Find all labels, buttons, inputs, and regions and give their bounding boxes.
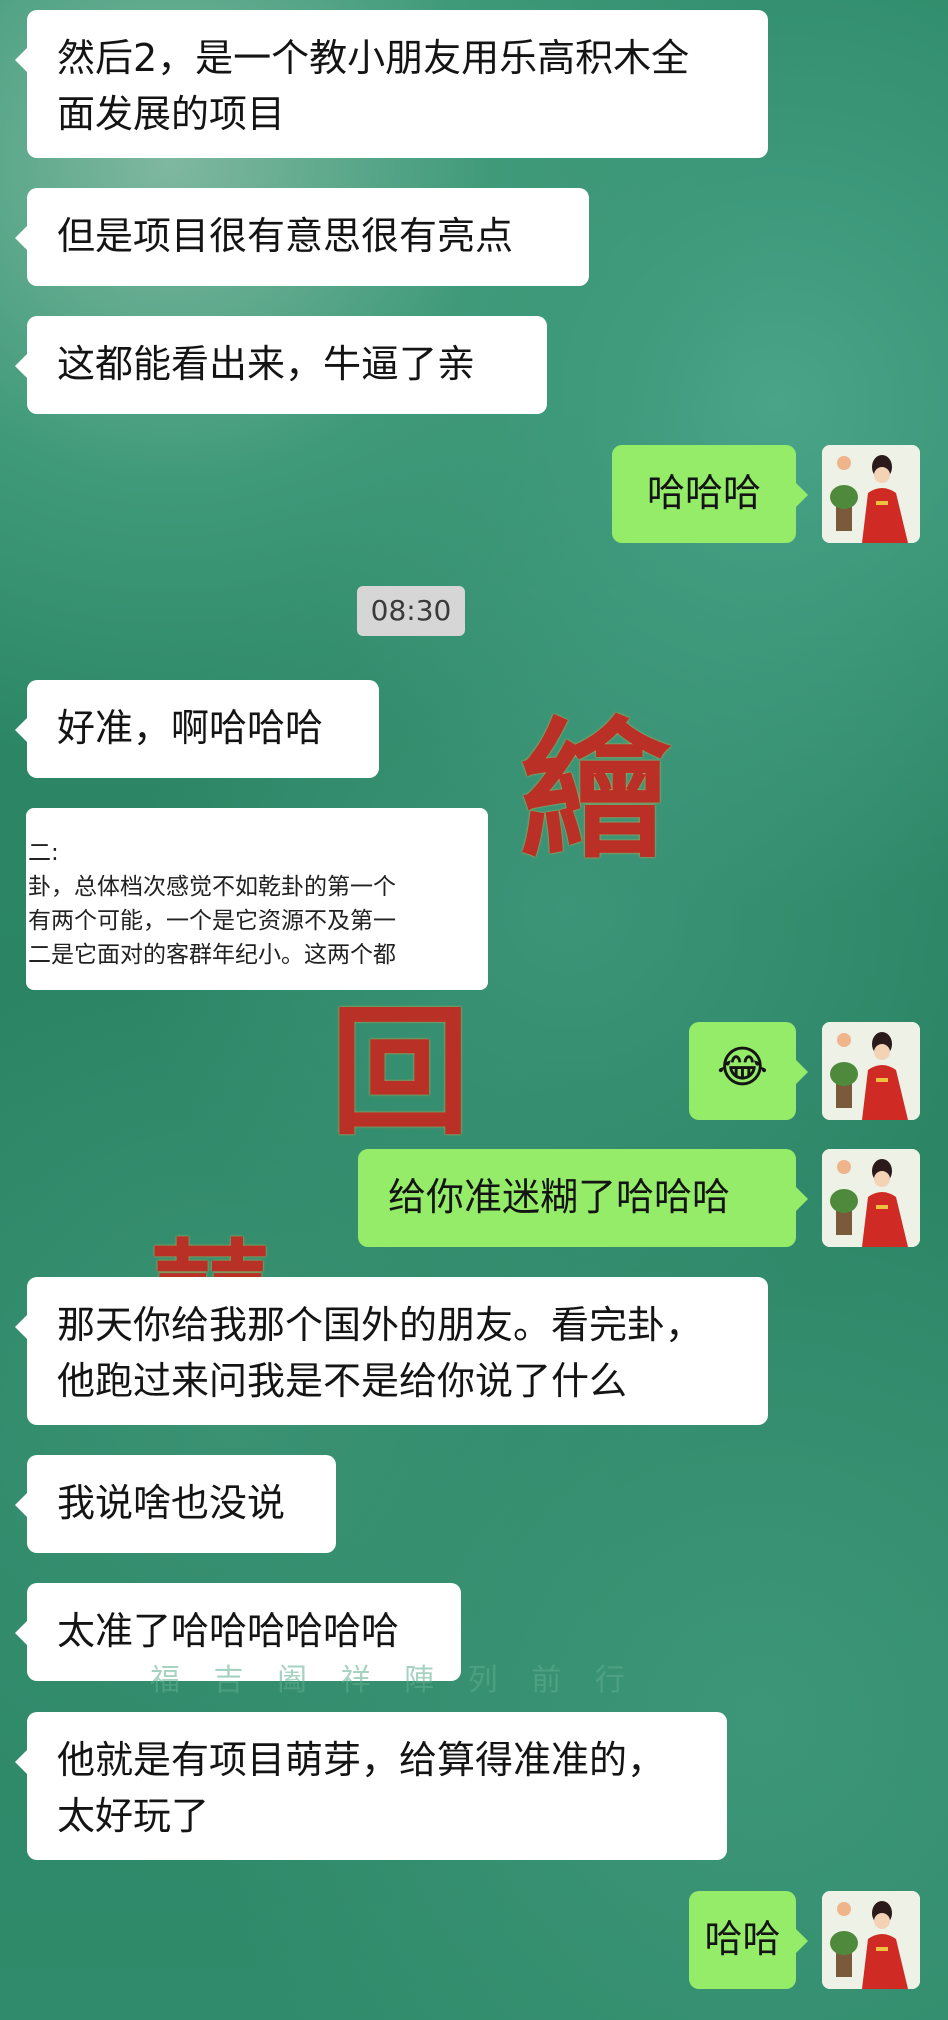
chat-area: 然后2，是一个教小朋友用乐高积木全 面发展的项目 但是项目很有意思很有亮点 这都…: [0, 0, 948, 2020]
avatar-image: [822, 1149, 920, 1247]
message-bubble[interactable]: 那天你给我那个国外的朋友。看完卦， 他跑过来问我是不是给你说了什么: [15, 1277, 768, 1425]
message-outgoing: 给你准迷糊了哈哈哈: [358, 1149, 808, 1247]
message-text: 太好玩了: [57, 1794, 210, 1838]
image-text-line: 有两个可能，一个是它资源不及第一: [28, 908, 396, 934]
message-outgoing: 哈哈哈: [612, 445, 808, 543]
image-text-line: 卦，总体档次感觉不如乾卦的第一个: [28, 874, 396, 900]
message-bubble[interactable]: 他就是有项目萌芽，给算得准准的， 太好玩了: [15, 1712, 727, 1860]
avatar[interactable]: [822, 1022, 920, 1120]
message-incoming: 我说啥也没说: [15, 1455, 336, 1553]
message-text: 那天你给我那个国外的朋友。看完卦，: [57, 1303, 704, 1347]
message-text: 哈哈: [704, 1917, 781, 1961]
image-text-line: 二:: [28, 840, 59, 866]
message-bubble[interactable]: 然后2，是一个教小朋友用乐高积木全 面发展的项目: [15, 10, 768, 158]
message-text: 哈哈哈: [646, 471, 761, 515]
avatar-image: [822, 1891, 920, 1989]
message-text: 太准了哈哈哈哈哈哈: [57, 1609, 400, 1653]
avatar-image: [822, 445, 920, 543]
message-text: 好准，啊哈哈哈: [57, 706, 324, 750]
message-text: 这都能看出来，牛逼了亲: [57, 342, 476, 386]
message-text: 我说啥也没说: [57, 1481, 286, 1525]
message-bubble[interactable]: 哈哈哈: [612, 445, 808, 543]
message-bubble[interactable]: 好准，啊哈哈哈: [15, 680, 379, 778]
message-incoming: 好准，啊哈哈哈: [15, 680, 379, 778]
message-text: 他跑过来问我是不是给你说了什么: [57, 1359, 628, 1403]
message-incoming: 这都能看出来，牛逼了亲: [15, 316, 547, 414]
message-text: 但是项目很有意思很有亮点: [57, 214, 514, 258]
message-bubble[interactable]: 哈哈: [689, 1891, 808, 1989]
laughing-tears-emoji-icon: 😂: [716, 1042, 769, 1093]
avatar[interactable]: [822, 445, 920, 543]
message-outgoing: 😂: [689, 1022, 808, 1120]
message-bubble[interactable]: 我说啥也没说: [15, 1455, 336, 1553]
message-bubble[interactable]: 但是项目很有意思很有亮点: [15, 188, 589, 286]
message-bubble[interactable]: 给你准迷糊了哈哈哈: [358, 1149, 808, 1247]
chat-timestamp: 08:30: [357, 586, 465, 636]
image-message[interactable]: 二: 卦，总体档次感觉不如乾卦的第一个 有两个可能，一个是它资源不及第一 二是它…: [26, 808, 488, 990]
message-text: 给你准迷糊了哈哈哈: [388, 1175, 731, 1219]
message-text: 然后2，是一个教小朋友用乐高积木全: [57, 36, 690, 80]
message-incoming: 他就是有项目萌芽，给算得准准的， 太好玩了: [15, 1712, 727, 1860]
avatar-image: [822, 1022, 920, 1120]
message-outgoing: 哈哈: [689, 1891, 808, 1989]
avatar[interactable]: [822, 1891, 920, 1989]
image-text-line: 二是它面对的客群年纪小。这两个都: [28, 942, 396, 968]
message-text: 面发展的项目: [57, 92, 286, 136]
message-bubble[interactable]: 这都能看出来，牛逼了亲: [15, 316, 547, 414]
message-incoming: 但是项目很有意思很有亮点: [15, 188, 589, 286]
avatar[interactable]: [822, 1149, 920, 1247]
background-footer-text: 福 吉 阖 祥 陣 列 前 行: [150, 1663, 637, 1698]
message-incoming: 然后2，是一个教小朋友用乐高积木全 面发展的项目: [15, 10, 768, 158]
message-text: 他就是有项目萌芽，给算得准准的，: [57, 1738, 666, 1782]
message-incoming: 那天你给我那个国外的朋友。看完卦， 他跑过来问我是不是给你说了什么: [15, 1277, 768, 1425]
message-bubble[interactable]: 😂: [689, 1022, 808, 1120]
